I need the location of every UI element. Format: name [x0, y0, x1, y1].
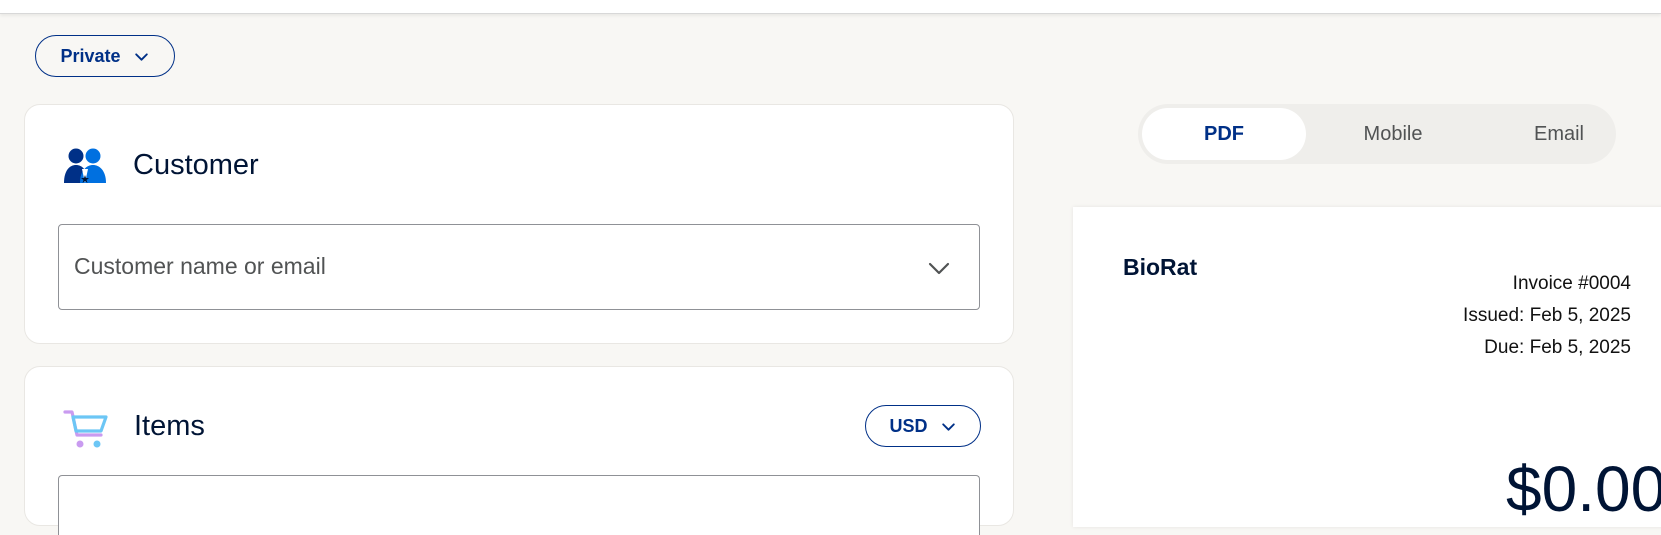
item-select[interactable]	[58, 475, 980, 535]
preview-tabs: PDF Mobile Email	[1138, 104, 1616, 164]
tab-email[interactable]: Email	[1477, 108, 1641, 160]
items-card: Items USD	[24, 366, 1014, 535]
customer-title: Customer	[133, 149, 259, 181]
chevron-down-icon	[134, 52, 148, 61]
shopping-cart-icon	[63, 410, 108, 448]
chevron-down-icon	[928, 262, 950, 275]
top-bar	[0, 0, 1661, 14]
customer-select[interactable]: Customer name or email	[58, 224, 980, 310]
due-date: Due: Feb 5, 2025	[1484, 337, 1631, 358]
tab-mobile[interactable]: Mobile	[1311, 108, 1475, 160]
chevron-down-icon	[941, 422, 955, 431]
customer-select-placeholder: Customer name or email	[74, 253, 326, 279]
invoice-preview: BioRat Invoice #0004 Issued: Feb 5, 2025…	[1073, 207, 1661, 527]
items-title: Items	[134, 410, 205, 442]
tab-pdf[interactable]: PDF	[1142, 108, 1306, 160]
currency-dropdown[interactable]: USD	[865, 405, 981, 447]
business-name: BioRat	[1123, 254, 1198, 280]
privacy-label: Private	[60, 45, 121, 66]
customer-card: Customer Customer name or email	[24, 104, 1014, 344]
invoice-number: Invoice #0004	[1512, 273, 1631, 294]
privacy-dropdown[interactable]: Private	[35, 35, 175, 77]
invoice-total: $0.00	[1506, 453, 1661, 525]
currency-label: USD	[889, 415, 928, 436]
customers-icon	[64, 148, 106, 183]
issued-date: Issued: Feb 5, 2025	[1463, 305, 1631, 326]
